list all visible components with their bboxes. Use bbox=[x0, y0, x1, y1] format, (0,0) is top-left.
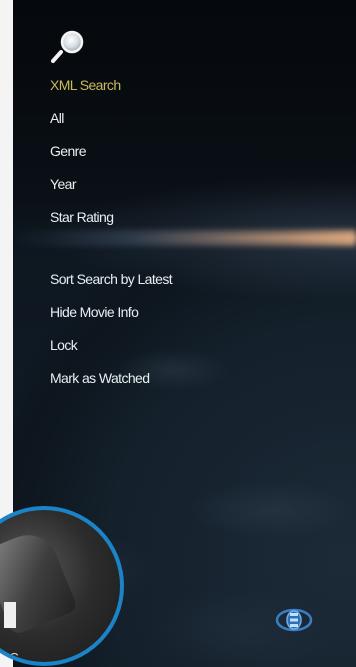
menu-item-all[interactable]: All bbox=[50, 107, 121, 130]
menu-item-year[interactable]: Year bbox=[50, 173, 121, 196]
menu-item-genre[interactable]: Genre bbox=[50, 140, 121, 163]
menu-item-sort-search-latest[interactable]: Sort Search by Latest bbox=[50, 268, 173, 291]
menu-item-mark-as-watched[interactable]: Mark as Watched bbox=[50, 367, 172, 390]
search-icon[interactable] bbox=[49, 30, 89, 64]
menu-item-hide-movie-info[interactable]: Hide Movie Info bbox=[50, 301, 172, 324]
app-screen: XML Search All Genre Year Star Rating So… bbox=[0, 0, 356, 667]
menu-item-xml-search[interactable]: XML Search bbox=[50, 74, 121, 97]
app-logo-icon bbox=[275, 608, 313, 632]
thumbnail-image-detail bbox=[4, 602, 16, 628]
menu-item-lock[interactable]: Lock bbox=[50, 334, 172, 357]
actions-menu: Sort Search by Latest Hide Movie Info Lo… bbox=[50, 268, 173, 400]
filter-menu: XML Search All Genre Year Star Rating bbox=[50, 74, 121, 239]
menu-item-star-rating[interactable]: Star Rating bbox=[50, 206, 121, 229]
